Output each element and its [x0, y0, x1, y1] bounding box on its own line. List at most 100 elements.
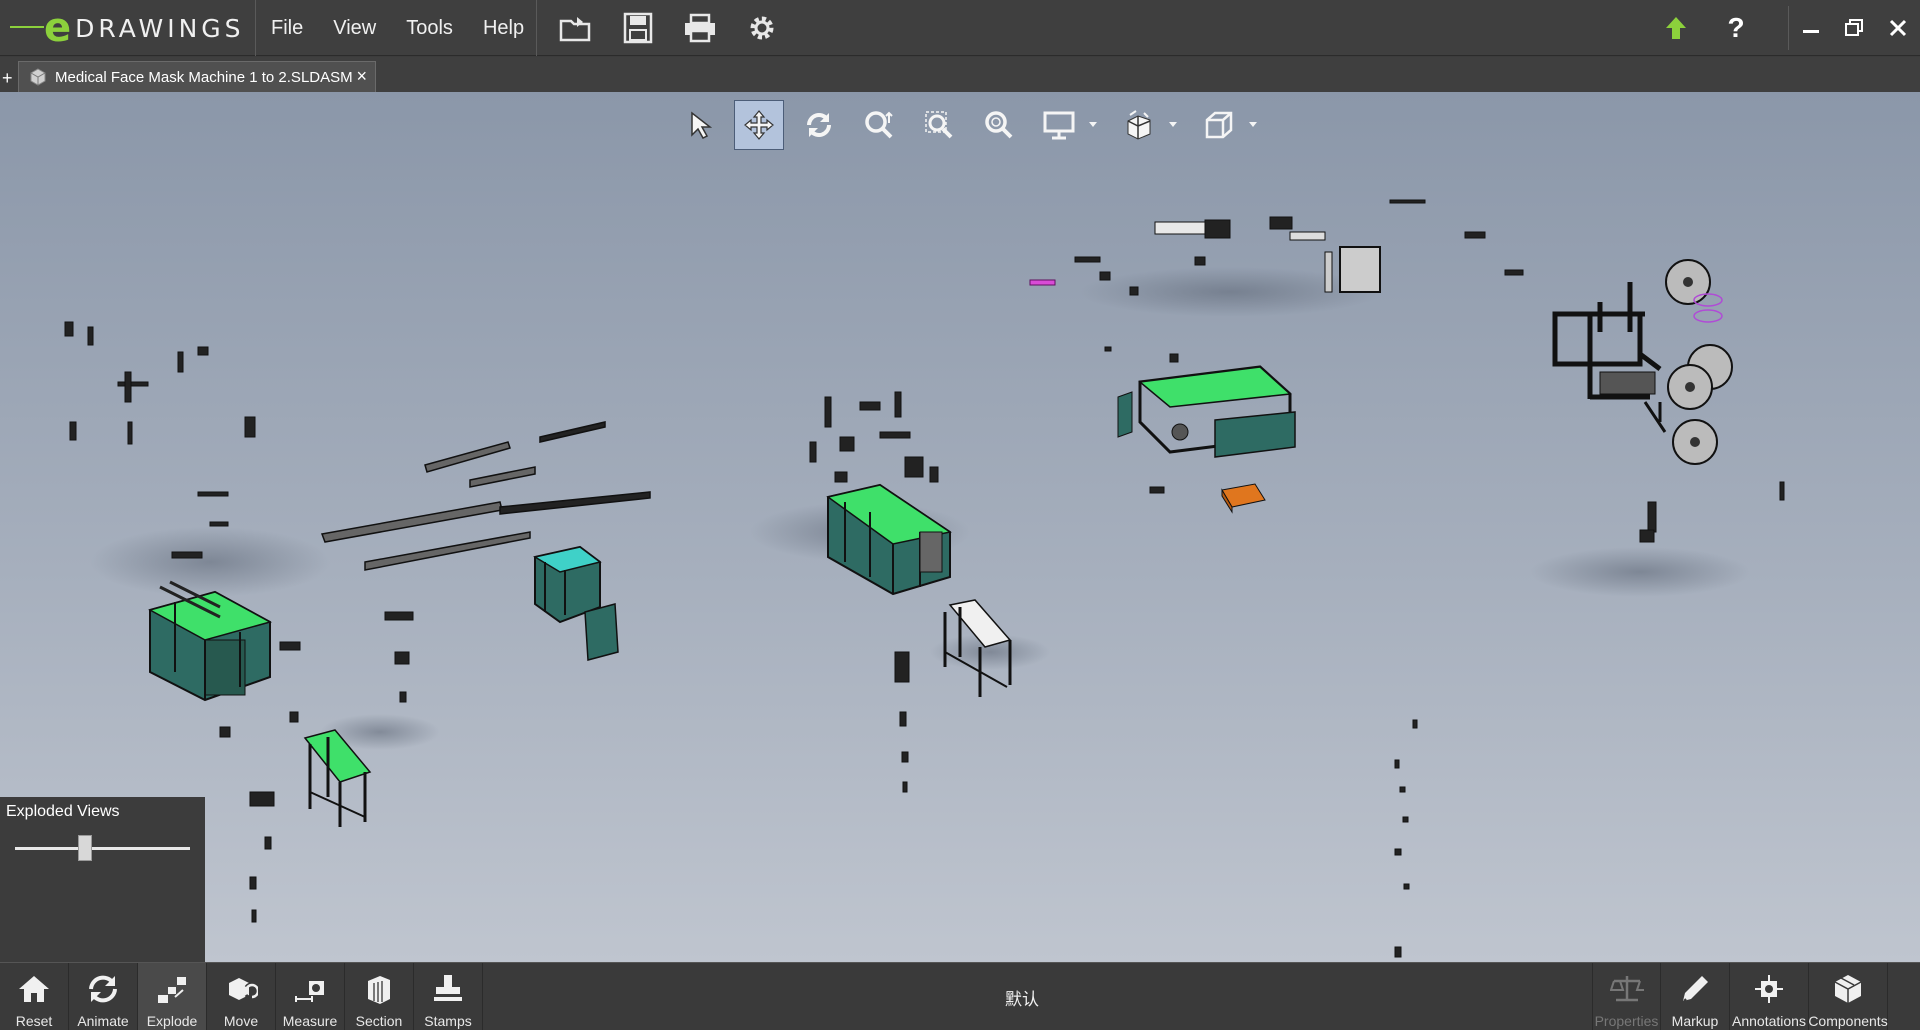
- upper-machine[interactable]: [1117, 365, 1296, 458]
- select-button[interactable]: [674, 100, 724, 150]
- display-style-icon: [1043, 111, 1075, 140]
- reel-frame-assembly[interactable]: [1552, 259, 1733, 465]
- explode-slider-thumb[interactable]: [78, 835, 92, 861]
- help-button[interactable]: ?: [1714, 6, 1758, 50]
- section-button[interactable]: Section: [345, 963, 414, 1030]
- explode-slider-track[interactable]: [15, 847, 190, 850]
- menu-view[interactable]: View: [318, 0, 391, 56]
- measure-icon: [295, 981, 324, 1002]
- standard-views-button[interactable]: [1194, 100, 1244, 150]
- annotations-icon: [1755, 975, 1783, 1003]
- move-label: Move: [223, 1013, 259, 1029]
- tab-close-button[interactable]: ×: [356, 66, 367, 87]
- properties-label: Properties: [1594, 1013, 1659, 1029]
- assembly-model-view[interactable]: Y: [0, 92, 1920, 962]
- 3d-viewport[interactable]: Y: [0, 92, 1920, 962]
- view-orientation-button[interactable]: [1114, 100, 1164, 150]
- rail-assemblies[interactable]: [320, 421, 651, 571]
- explode-label: Explode: [146, 1013, 198, 1029]
- reset-button[interactable]: Reset: [0, 963, 69, 1030]
- update-arrow-icon: [1666, 17, 1686, 39]
- rotate-button[interactable]: [794, 100, 844, 150]
- explode-icon: [158, 977, 186, 1003]
- assembly-icon: [30, 68, 46, 86]
- document-tab[interactable]: Medical Face Mask Machine 1 to 2.SLDASM …: [18, 61, 376, 92]
- new-tab-button[interactable]: +: [2, 69, 16, 87]
- settings-button[interactable]: [743, 9, 781, 47]
- restore-button[interactable]: [1832, 6, 1876, 50]
- open-button[interactable]: [557, 9, 595, 47]
- display-style-button[interactable]: [1034, 100, 1084, 150]
- stamps-label: Stamps: [424, 1013, 472, 1029]
- explode-button[interactable]: Explode: [138, 963, 207, 1030]
- section-label: Section: [355, 1013, 403, 1029]
- orange-control-box[interactable]: [1221, 483, 1266, 514]
- view-toolbar: [674, 100, 1274, 150]
- settings-icon: [750, 16, 774, 40]
- menu-help[interactable]: Help: [468, 0, 539, 56]
- caret-down-icon: [1249, 122, 1257, 127]
- home-icon: [19, 976, 49, 1002]
- standard-views-dropdown[interactable]: [1246, 100, 1260, 150]
- animate-button[interactable]: Animate: [69, 963, 138, 1030]
- print-button[interactable]: [681, 9, 719, 47]
- reset-label: Reset: [15, 1013, 53, 1029]
- pan-button[interactable]: [734, 100, 784, 150]
- quick-toolbar: [536, 0, 805, 56]
- minimize-button[interactable]: [1788, 6, 1832, 50]
- stamps-icon: [434, 975, 462, 1001]
- bottom-tools-left: Reset Animate Explode Move Measure Secti…: [0, 963, 483, 1030]
- print-icon: [685, 13, 715, 43]
- select-icon: [691, 111, 712, 139]
- rotate-icon: [807, 113, 831, 137]
- properties-button[interactable]: Properties: [1592, 963, 1661, 1030]
- menu-file[interactable]: File: [256, 0, 318, 56]
- save-button[interactable]: [619, 9, 657, 47]
- view-orientation-icon: [1127, 110, 1151, 140]
- markup-label: Markup: [1671, 1013, 1719, 1029]
- pan-icon: [744, 110, 774, 140]
- menu-tools[interactable]: Tools: [391, 0, 468, 56]
- bottom-tools-right: Properties Markup Annotations Components: [1592, 963, 1888, 1030]
- move-button[interactable]: Move: [207, 963, 276, 1030]
- close-icon: [1889, 19, 1907, 37]
- close-button[interactable]: [1876, 6, 1920, 50]
- floor-shadow: [90, 527, 330, 597]
- components-button[interactable]: Components: [1808, 963, 1888, 1030]
- menu-bar: File View Tools Help: [256, 0, 539, 56]
- minimize-icon: [1802, 30, 1819, 33]
- save-icon: [623, 12, 653, 44]
- center-small-parts: [809, 391, 939, 793]
- floor-shadow: [1530, 547, 1750, 597]
- display-style-dropdown[interactable]: [1086, 100, 1100, 150]
- edrawings-window: e DRAWINGS File View Tools Help ? + Medi…: [0, 0, 1920, 1030]
- logo-text: DRAWINGS: [75, 13, 245, 43]
- annotations-label: Annotations: [1732, 1013, 1806, 1029]
- markup-button[interactable]: Markup: [1661, 963, 1730, 1030]
- markup-icon: [1683, 976, 1708, 1002]
- zoom-icon: [865, 111, 893, 139]
- animate-label: Animate: [77, 1013, 129, 1029]
- properties-icon: [1609, 976, 1644, 1002]
- configuration-name: 默认: [1005, 990, 1039, 1010]
- window-controls: ?: [1654, 0, 1920, 56]
- stamps-button[interactable]: Stamps: [414, 963, 483, 1030]
- components-label: Components: [1808, 1013, 1888, 1029]
- components-icon: [1834, 975, 1862, 1003]
- annotations-button[interactable]: Annotations: [1730, 963, 1809, 1030]
- left-mask-machine[interactable]: [148, 580, 272, 702]
- center-left-machine[interactable]: [533, 545, 619, 661]
- exploded-views-panel: Exploded Views: [0, 797, 205, 962]
- help-icon: ?: [1727, 12, 1745, 43]
- center-mask-machine[interactable]: [826, 483, 952, 596]
- view-orientation-dropdown[interactable]: [1166, 100, 1180, 150]
- update-button[interactable]: [1654, 6, 1698, 50]
- restore-icon: [1845, 19, 1863, 36]
- zoom-area-button[interactable]: [914, 100, 964, 150]
- zoom-button[interactable]: [854, 100, 904, 150]
- zoom-fit-button[interactable]: [974, 100, 1024, 150]
- logo-line: [10, 26, 44, 28]
- logo-letter: e: [44, 5, 72, 51]
- open-icon: [559, 17, 591, 42]
- measure-button[interactable]: Measure: [276, 963, 345, 1030]
